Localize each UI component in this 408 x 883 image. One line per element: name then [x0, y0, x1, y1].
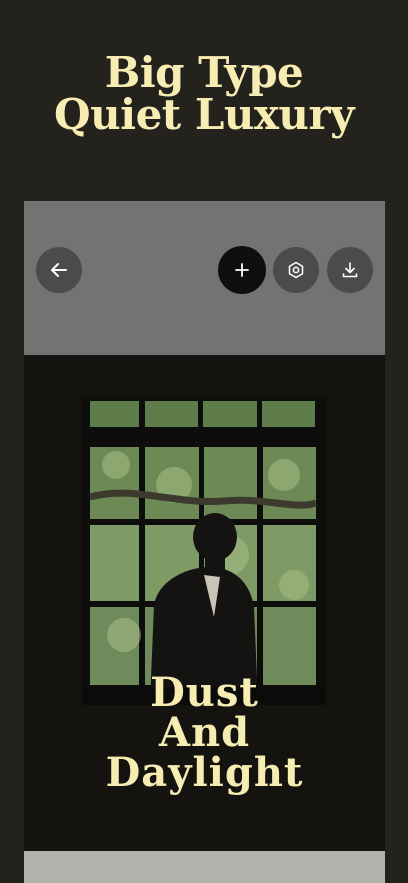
download-icon: [342, 262, 358, 278]
card-caption: Dust And Daylight: [24, 673, 385, 793]
card-toolbar: [24, 201, 385, 355]
plus-icon: [235, 263, 249, 277]
caption-line-3: Daylight: [105, 749, 304, 796]
image-card: Dust And Daylight: [24, 201, 385, 883]
screen: Big Type Quiet Luxury Dust And Daylight: [0, 0, 408, 883]
title-line-1: Big Type: [104, 48, 304, 97]
arrow-left-icon: [51, 263, 67, 277]
caption-line-1: Dust: [150, 669, 259, 716]
back-button[interactable]: [35, 246, 83, 294]
settings-button[interactable]: [272, 246, 320, 294]
next-card-preview[interactable]: [24, 851, 385, 883]
title-line-2: Quiet Luxury: [54, 90, 355, 139]
page-title: Big Type Quiet Luxury: [0, 52, 408, 136]
download-button[interactable]: [326, 246, 374, 294]
add-button[interactable]: [218, 246, 266, 294]
hexagon-settings-icon: [288, 261, 304, 279]
caption-line-2: And: [158, 709, 251, 756]
